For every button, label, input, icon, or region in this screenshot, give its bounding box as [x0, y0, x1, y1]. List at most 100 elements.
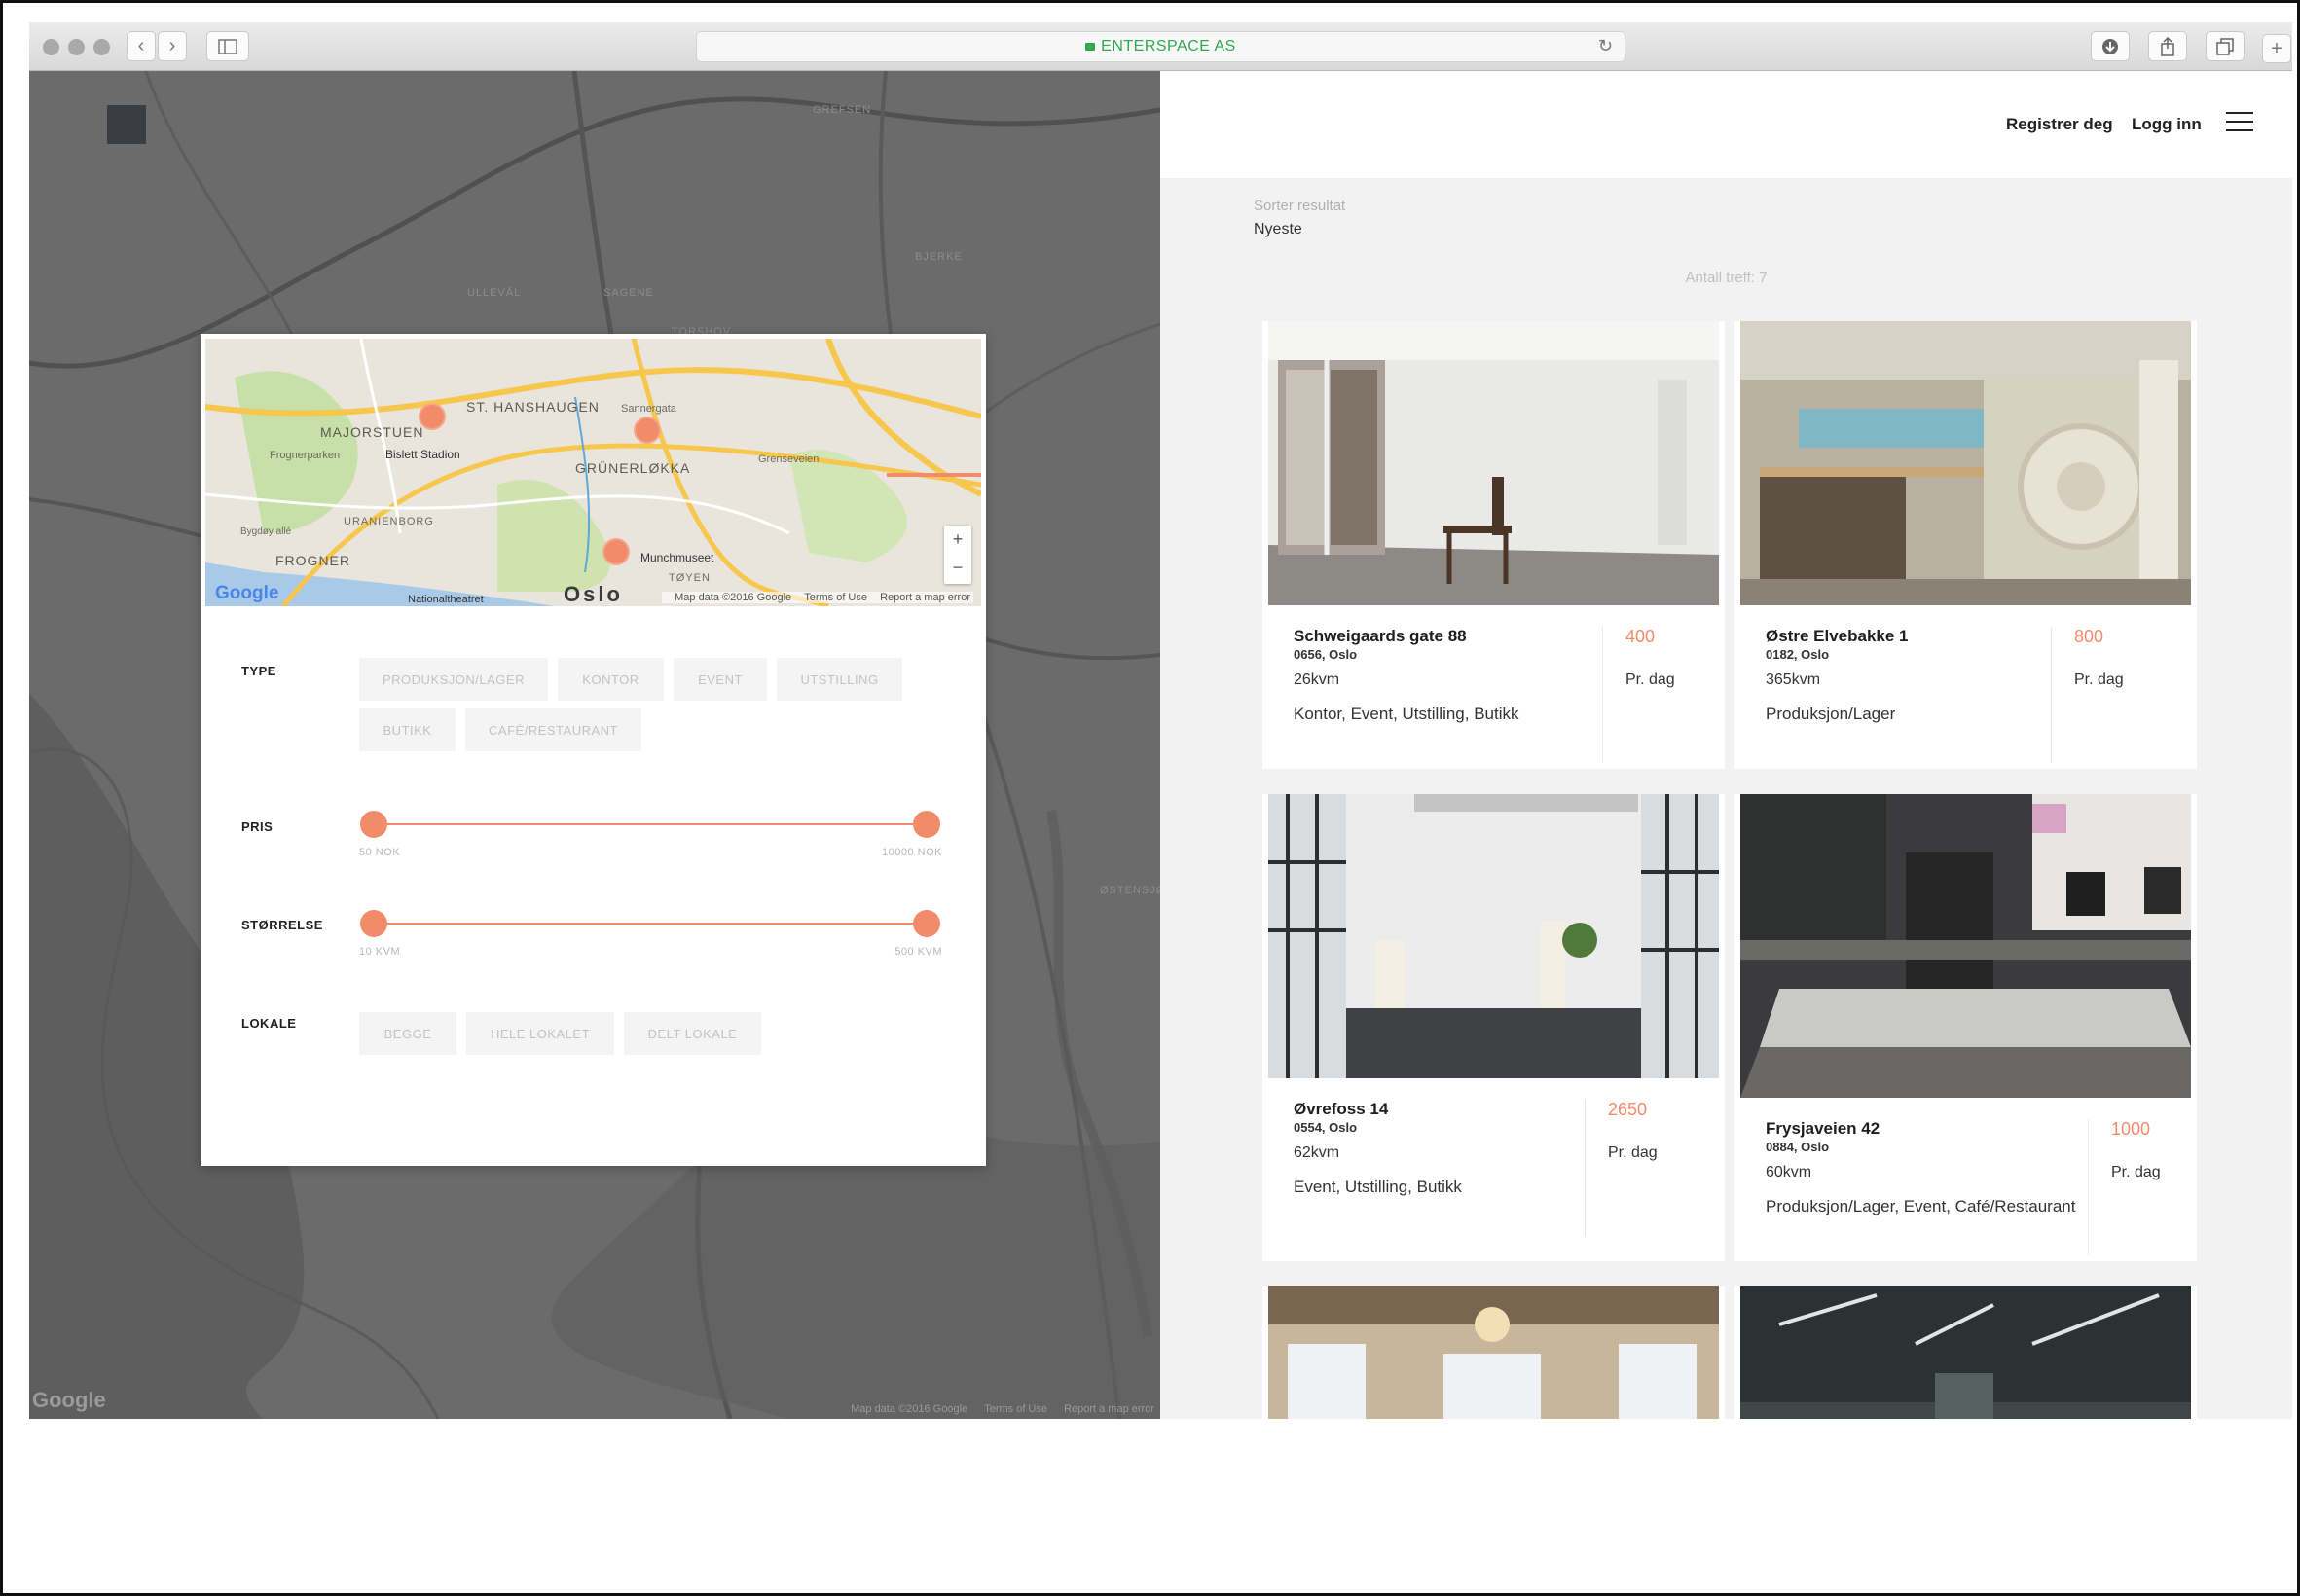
mini-map-label-grenseveien: Grenseveien — [758, 453, 820, 465]
size-max-value: 500 KVM — [894, 946, 942, 958]
chevron-right-icon: › — [168, 35, 176, 56]
price-min-handle[interactable] — [360, 811, 387, 838]
mini-map-city-label: Oslo — [564, 582, 623, 606]
venue-chip-begge[interactable]: BEGGE — [359, 1012, 456, 1055]
listing-size: 62kvm — [1294, 1144, 1340, 1161]
mini-map-label-munchmuseet: Munchmuseet — [640, 551, 714, 564]
google-logo: Google — [32, 1388, 106, 1412]
listing-photo[interactable] — [1740, 1286, 2191, 1419]
size-slider-track[interactable] — [374, 923, 927, 925]
report-link[interactable]: Report a map error — [1064, 1403, 1154, 1415]
type-chip-produksjon-lager[interactable]: PRODUKSJON/LAGER — [359, 658, 548, 701]
size-min-handle[interactable] — [360, 910, 387, 937]
url-text: ENTERSPACE AS — [1101, 38, 1236, 54]
listing-photo[interactable] — [1268, 321, 1719, 605]
mini-map-report-link[interactable]: Report a map error — [880, 592, 970, 603]
login-link[interactable]: Logg inn — [2132, 115, 2202, 134]
listing-card[interactable]: Schweigaards gate 88 0656, Oslo 26kvm Ko… — [1262, 321, 1725, 769]
forward-button[interactable]: › — [158, 31, 187, 61]
sidebar-icon — [218, 38, 237, 54]
downloads-button[interactable] — [2091, 31, 2130, 61]
size-max-handle[interactable] — [913, 910, 940, 937]
type-chip-cafe-restaurant[interactable]: CAFÉ/RESTAURANT — [465, 708, 641, 751]
mini-map-label-uranienborg: URANIENBORG — [344, 516, 434, 527]
listing-zip: 0884, Oslo — [1766, 1140, 1830, 1154]
listing-card[interactable] — [1262, 1286, 1725, 1419]
menu-icon[interactable] — [2226, 112, 2253, 131]
listing-card[interactable]: Øvrefoss 14 0554, Oslo 62kvm Event, Utst… — [1262, 794, 1725, 1261]
share-button[interactable] — [2148, 31, 2187, 61]
sort-select[interactable]: Nyeste — [1254, 221, 1302, 238]
zoom-in-button[interactable]: + — [944, 526, 971, 554]
type-chip-utstilling[interactable]: UTSTILLING — [777, 658, 902, 701]
listing-price: 1000 — [2111, 1119, 2151, 1139]
listing-size: 60kvm — [1766, 1164, 1812, 1180]
listing-photo[interactable] — [1268, 1286, 1719, 1419]
listing-size: 365kvm — [1766, 671, 1821, 688]
listing-price-unit: Pr. dag — [1608, 1144, 1658, 1161]
mini-map-terms-link[interactable]: Terms of Use — [804, 592, 867, 603]
size-min-value: 10 KVM — [359, 946, 401, 958]
listing-photo[interactable] — [1740, 321, 2191, 605]
reload-icon[interactable]: ↻ — [1598, 36, 1613, 56]
mini-map-label-nationaltheatret: Nationaltheatret — [408, 594, 484, 605]
listing-card[interactable]: Østre Elvebakke 1 0182, Oslo 365kvm Prod… — [1734, 321, 2197, 769]
listing-photo[interactable] — [1268, 794, 1719, 1078]
card-divider — [1585, 1100, 1586, 1236]
price-slider-track[interactable] — [374, 823, 927, 825]
address-bar[interactable]: ENTERSPACE AS ↻ — [696, 31, 1625, 62]
zoom-control: + − — [944, 526, 971, 584]
listing-price: 800 — [2074, 627, 2104, 646]
browser-toolbar: ‹ › ENTERSPACE AS ↻ + — [29, 22, 2292, 71]
listing-pin-3[interactable] — [602, 538, 630, 565]
listing-zip: 0656, Oslo — [1294, 647, 1358, 662]
minimize-window-dot[interactable] — [68, 39, 85, 55]
google-logo-mini: Google — [215, 583, 279, 603]
map-marker[interactable] — [107, 105, 146, 144]
map-label-grefsen: GREFSEN — [813, 104, 872, 116]
mini-map-label-st-hanshaugen: ST. HANSHAUGEN — [466, 399, 600, 415]
tabs-button[interactable] — [2206, 31, 2245, 61]
results-panel: Registrer deg Logg inn Sorter resultat N… — [1160, 71, 2292, 1419]
back-button[interactable]: ‹ — [127, 31, 156, 61]
listing-pin-1[interactable] — [419, 403, 446, 430]
download-icon — [2102, 38, 2118, 54]
venue-chip-hele-lokalet[interactable]: HELE LOKALET — [466, 1012, 614, 1055]
sidebar-toggle-button[interactable] — [206, 31, 249, 61]
mini-map-label-bislett: Bislett Stadion — [385, 448, 460, 461]
zoom-out-button[interactable]: − — [944, 554, 971, 582]
venue-chip-delt-lokale[interactable]: DELT LOKALE — [624, 1012, 761, 1055]
register-link[interactable]: Registrer deg — [2006, 115, 2113, 134]
map-data-text: Map data ©2016 Google — [851, 1403, 968, 1415]
type-chip-event[interactable]: EVENT — [674, 658, 767, 701]
listing-title: Øvrefoss 14 — [1294, 1100, 1389, 1118]
screenshot-frame: ‹ › ENTERSPACE AS ↻ + GREFSEN BJERKE ULL… — [0, 0, 2300, 1596]
map-label-sagene: SAGENE — [603, 287, 654, 299]
listing-pin-2[interactable] — [634, 417, 661, 444]
listing-price-unit: Pr. dag — [2074, 671, 2124, 688]
chevron-left-icon: ‹ — [137, 35, 145, 56]
site-header: Registrer deg Logg inn — [1160, 71, 2292, 178]
listing-types: Kontor, Event, Utstilling, Butikk — [1294, 705, 1519, 723]
result-count: Antall treff: 7 — [1685, 270, 1768, 286]
new-tab-button[interactable]: + — [2262, 34, 2291, 63]
price-max-handle[interactable] — [913, 811, 940, 838]
listing-title: Schweigaards gate 88 — [1294, 627, 1467, 645]
type-chip-butikk[interactable]: BUTIKK — [359, 708, 456, 751]
filter-mini-map[interactable]: MAJORSTUEN ST. HANSHAUGEN GRÜNERLØKKA FR… — [205, 339, 981, 606]
close-window-dot[interactable] — [43, 39, 59, 55]
listing-card[interactable]: Frysjaveien 42 0884, Oslo 60kvm Produksj… — [1734, 794, 2197, 1261]
type-chip-kontor[interactable]: KONTOR — [558, 658, 664, 701]
listing-price-unit: Pr. dag — [1625, 671, 1675, 688]
listing-photo[interactable] — [1740, 794, 2191, 1098]
zoom-window-dot[interactable] — [93, 39, 110, 55]
mini-map-data-text: Map data ©2016 Google — [675, 592, 792, 603]
card-divider — [2051, 627, 2052, 763]
listing-zip: 0182, Oslo — [1766, 647, 1830, 662]
mini-map-label-majorstuen: MAJORSTUEN — [320, 424, 424, 440]
price-max-value: 10000 NOK — [882, 847, 942, 858]
listing-card[interactable] — [1734, 1286, 2197, 1419]
terms-link[interactable]: Terms of Use — [984, 1403, 1047, 1415]
card-divider — [1602, 627, 1603, 763]
listing-price: 400 — [1625, 627, 1656, 646]
